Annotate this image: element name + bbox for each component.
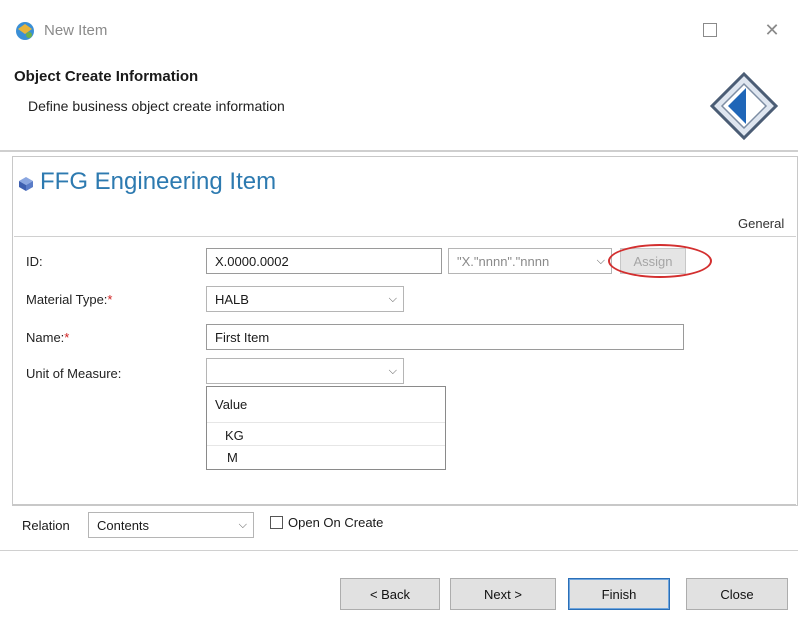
open-on-create-checkbox[interactable] [270, 516, 283, 529]
cube-icon [19, 177, 33, 191]
back-button[interactable]: < Back [340, 578, 440, 610]
material-type-label: Material Type:* [26, 292, 113, 307]
unit-of-measure-dropdown: Value KG M [206, 386, 446, 470]
close-icon: ✕ [764, 19, 780, 40]
close-button[interactable]: Close [686, 578, 788, 610]
chevron-down-icon: ⌵ [388, 364, 397, 377]
id-field[interactable]: X.0000.0002 [206, 248, 442, 274]
id-pattern-value: "X."nnnn"."nnnn [457, 253, 550, 269]
footer-separator [0, 550, 798, 551]
next-button[interactable]: Next > [450, 578, 556, 610]
name-value: First Item [215, 329, 270, 345]
maximize-button[interactable] [690, 14, 730, 46]
required-marker: * [107, 292, 113, 307]
open-on-create-label: Open On Create [288, 515, 384, 530]
unit-of-measure-select[interactable]: ⌵ [206, 358, 404, 384]
tab-general[interactable]: General [738, 216, 784, 231]
material-type-select[interactable]: HALB ⌵ [206, 286, 404, 312]
name-field[interactable]: First Item [206, 324, 684, 350]
id-label: ID: [26, 254, 43, 269]
header-separator [0, 150, 798, 152]
window-title: New Item [44, 22, 108, 39]
name-label: Name:* [26, 330, 70, 345]
id-value: X.0000.0002 [215, 253, 289, 269]
finish-button[interactable]: Finish [568, 578, 670, 610]
dropdown-option[interactable]: M [207, 445, 445, 469]
close-window-button[interactable]: ✕ [752, 14, 792, 46]
unit-of-measure-label: Unit of Measure: [26, 366, 122, 381]
relation-separator [12, 504, 796, 505]
id-pattern-select[interactable]: "X."nnnn"."nnnn ⌵ [448, 248, 612, 274]
form-title: FFG Engineering Item [40, 168, 277, 195]
dropdown-header: Value [207, 387, 445, 423]
material-type-value: HALB [215, 291, 249, 307]
chevron-down-icon: ⌵ [238, 518, 247, 531]
required-marker: * [64, 330, 70, 345]
relation-select[interactable]: Contents ⌵ [88, 512, 254, 538]
dropdown-option[interactable]: KG [207, 423, 445, 447]
diamond-arrow-icon [709, 71, 779, 141]
header-title: Object Create Information [14, 68, 199, 85]
title-bar [0, 0, 798, 60]
chevron-down-icon: ⌵ [388, 292, 397, 305]
highlight-ring [608, 244, 712, 278]
header-subtitle: Define business object create informatio… [28, 98, 285, 114]
app-logo-icon [16, 22, 34, 40]
chevron-down-icon: ⌵ [596, 254, 605, 267]
relation-value: Contents [97, 517, 150, 533]
relation-label: Relation [22, 518, 70, 533]
tab-underline [14, 236, 796, 237]
maximize-icon [703, 23, 717, 37]
